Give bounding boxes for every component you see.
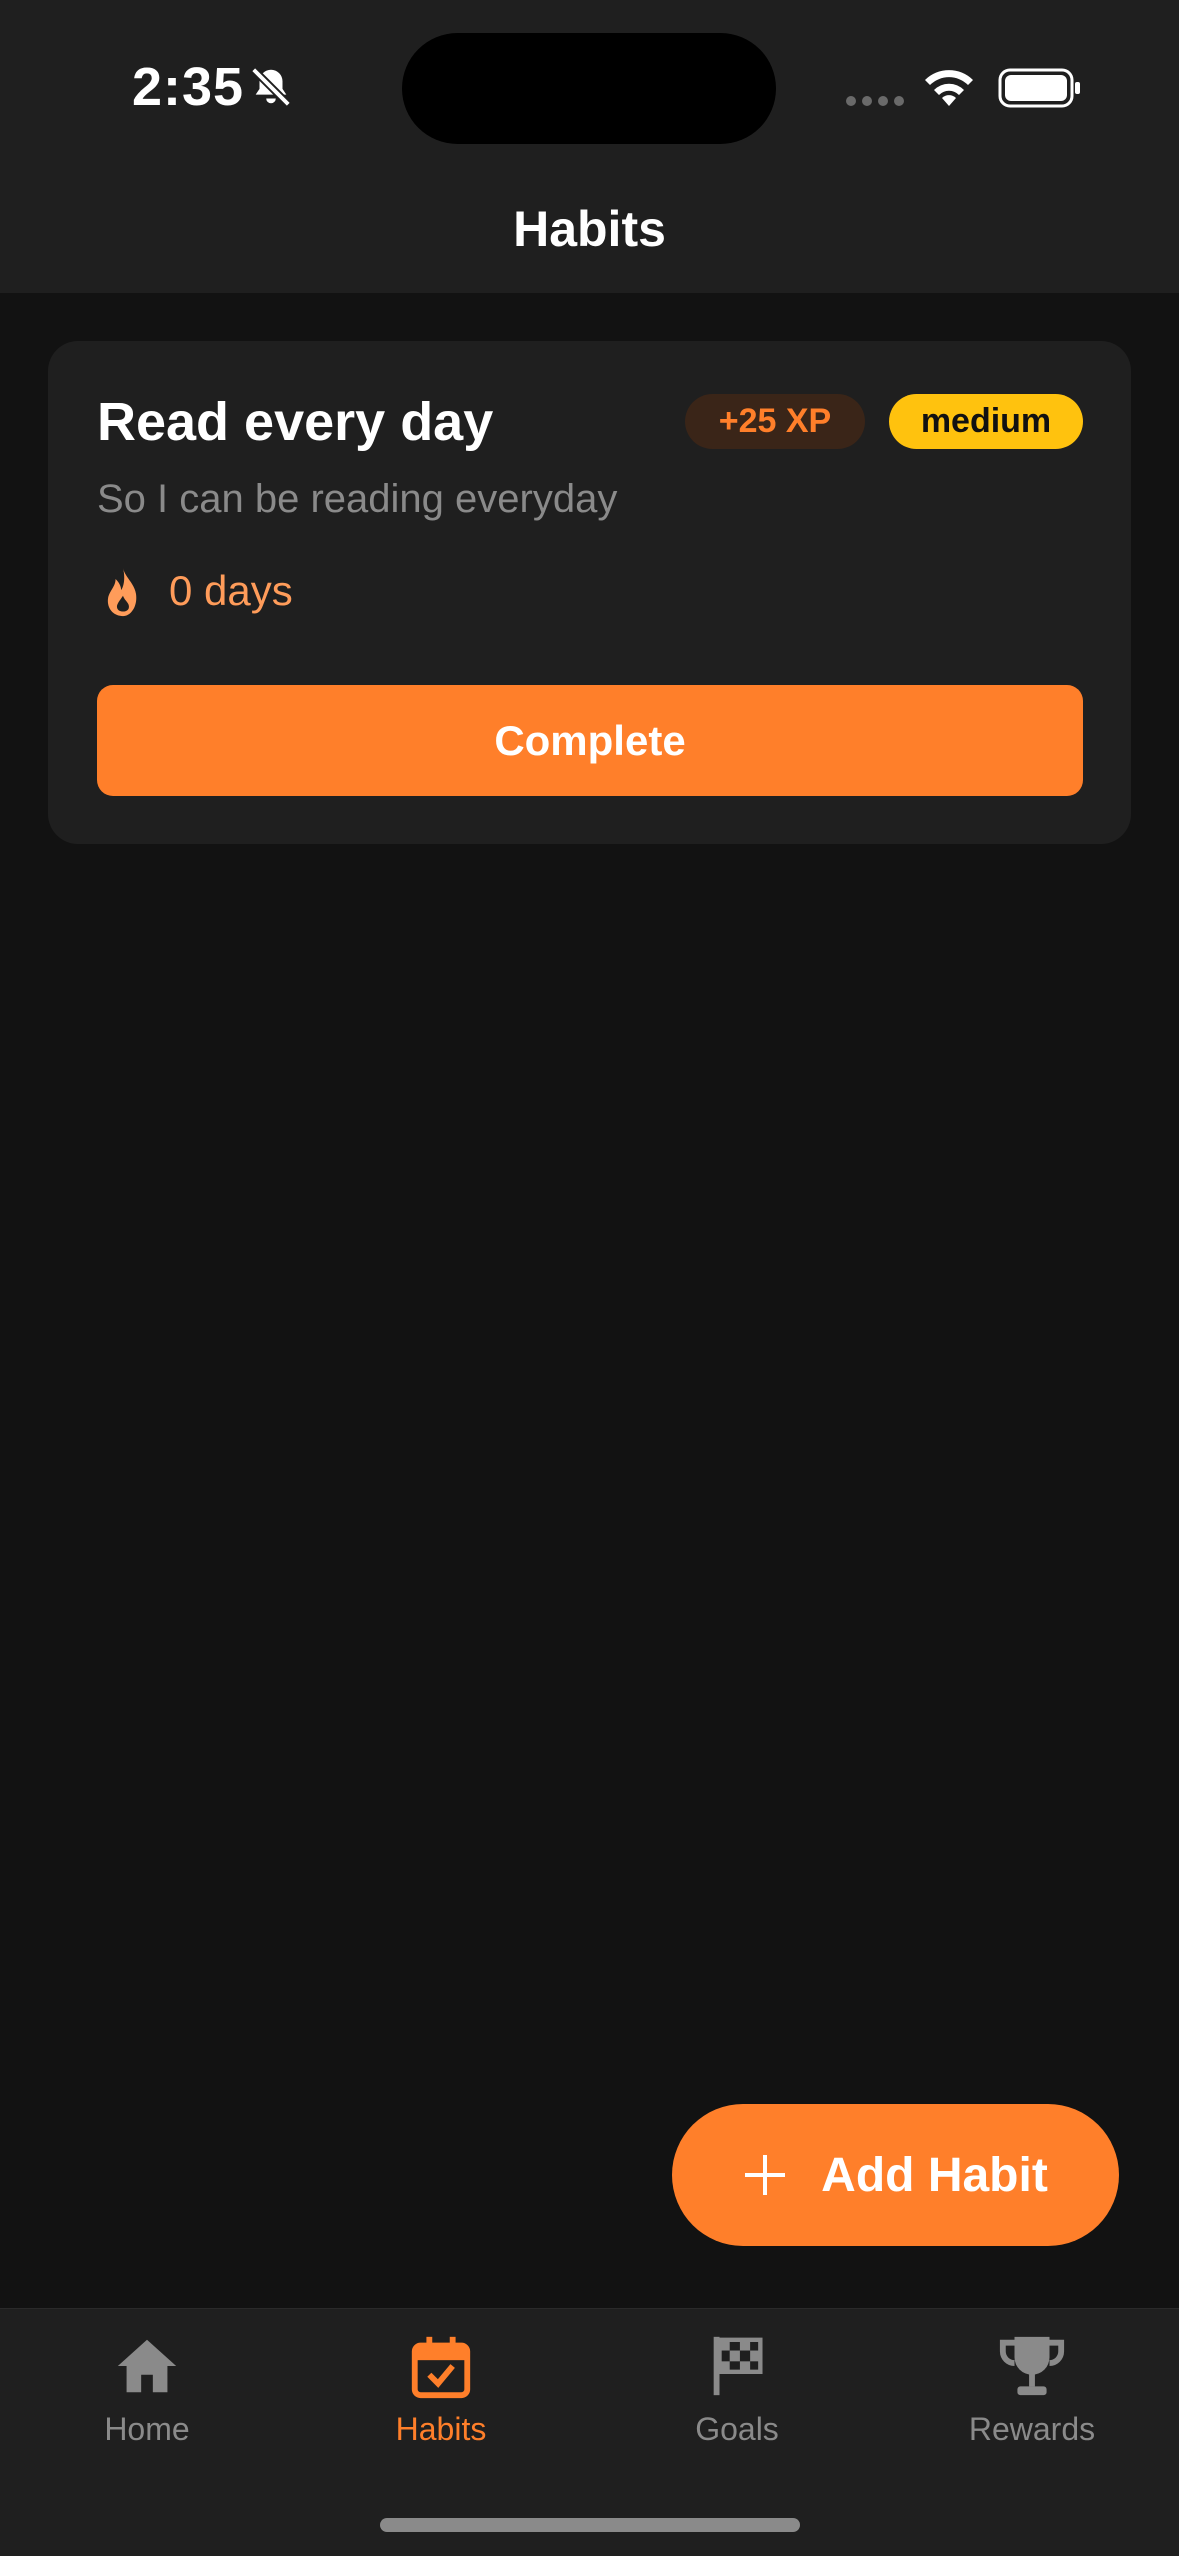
add-habit-label: Add Habit [821, 2148, 1048, 2202]
calendar-check-icon [411, 2336, 471, 2399]
home-icon [117, 2339, 177, 2393]
wifi-icon [925, 70, 973, 106]
habit-description: So I can be reading everyday [97, 477, 618, 521]
header: 2:35 Habits [0, 0, 1179, 293]
home-indicator[interactable] [380, 2518, 800, 2532]
complete-button[interactable]: Complete [97, 685, 1083, 796]
habit-card[interactable]: Read every day +25 XP medium So I can be… [48, 341, 1131, 844]
add-habit-button[interactable]: Add Habit [672, 2104, 1119, 2246]
tab-label: Rewards [968, 2411, 1096, 2447]
tab-label: Home [104, 2411, 190, 2447]
battery-icon [998, 68, 1080, 108]
tab-goals[interactable]: Goals [590, 2309, 884, 2459]
tab-rewards[interactable]: Rewards [885, 2309, 1179, 2459]
flame-icon [107, 567, 137, 617]
plus-icon [745, 2155, 786, 2195]
trophy-icon [999, 2336, 1065, 2396]
streak-count: 0 days [169, 567, 293, 614]
dynamic-island [402, 33, 776, 144]
difficulty-badge: medium [889, 394, 1083, 449]
page-title: Habits [513, 201, 666, 257]
xp-badge: +25 XP [685, 394, 865, 449]
tab-home[interactable]: Home [0, 2309, 294, 2459]
tab-label: Goals [695, 2411, 779, 2447]
tab-label: Habits [395, 2411, 487, 2447]
status-time: 2:35 [132, 57, 245, 117]
checkered-flag-icon [713, 2336, 763, 2396]
signal-icon [846, 96, 904, 106]
habits-screen: 2:35 Habits Read every day +25 XP medium… [0, 0, 1179, 2556]
habit-title: Read every day [97, 392, 494, 452]
tab-habits[interactable]: Habits [294, 2309, 588, 2459]
bell-off-icon [251, 67, 291, 107]
